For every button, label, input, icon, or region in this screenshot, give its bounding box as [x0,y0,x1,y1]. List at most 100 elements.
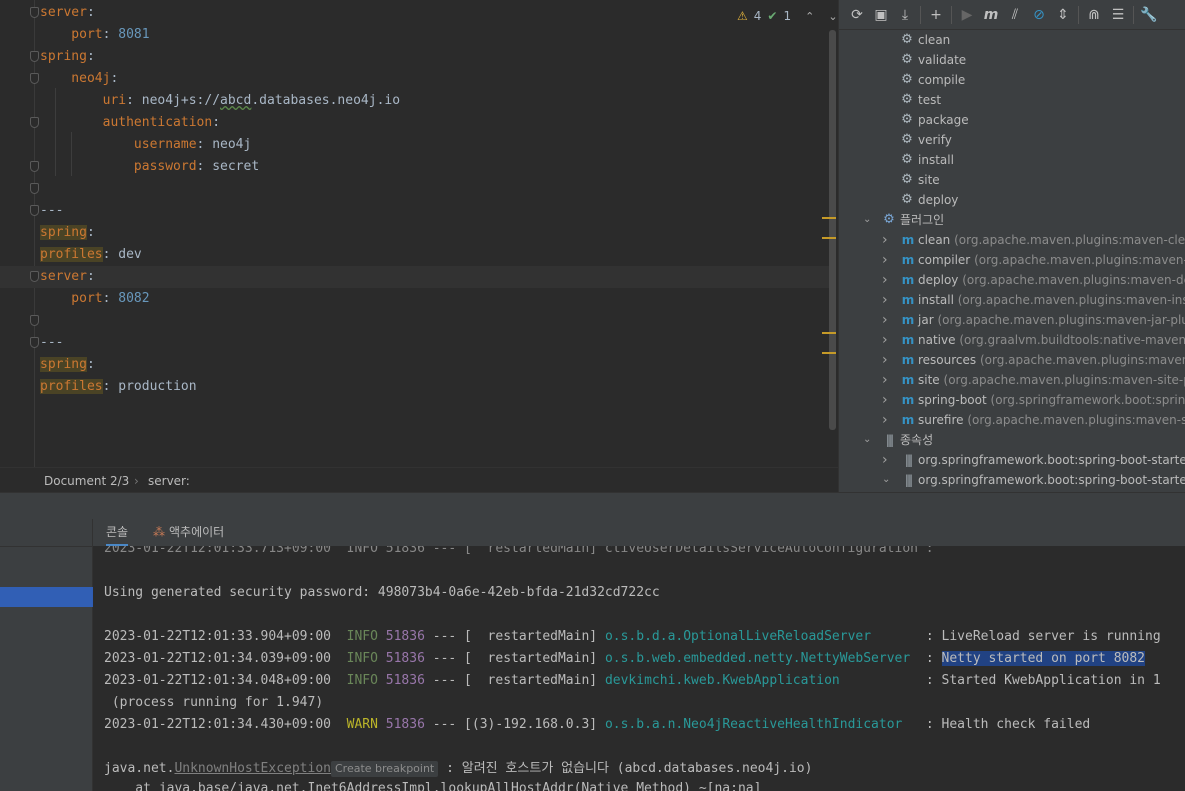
code-line[interactable]: username: neo4j [0,134,830,156]
chevron-right-icon[interactable]: › [882,350,888,370]
generate-sources-icon[interactable]: ▣ [869,3,893,27]
fold-marker-icon[interactable] [30,161,39,172]
code-line[interactable]: --- [0,332,830,354]
chevron-right-icon[interactable]: › [882,370,888,390]
plugin-item[interactable]: › m site (org.apache.maven.plugins:maven-s… [839,370,1185,390]
tab-actuator[interactable]: ⁂ 액추에이터 [153,519,224,546]
lifecycle-goal[interactable]: ⚙ test [839,90,1185,110]
dependency-label: org.springframework.boot:spring-boot-sta… [918,473,1185,487]
execute-goal-icon[interactable]: m [979,3,1003,27]
inspection-widget[interactable]: ⚠ 4 ✔ 1 ⌃ ⌄ [737,6,838,26]
code-line[interactable] [0,310,830,332]
plugin-item[interactable]: › m surefire (org.apache.maven.plugins:mav… [839,410,1185,430]
expand-all-icon[interactable]: ☰ [1106,3,1130,27]
dependencies-node[interactable]: ⌄ ||| 종속성 [839,430,1185,450]
selected-run-node[interactable] [0,587,93,607]
add-icon[interactable]: + [924,3,948,27]
lifecycle-goal[interactable]: ⚙ clean [839,30,1185,50]
reload-icon[interactable]: ⟳ [845,3,869,27]
code-line[interactable]: spring: [0,222,830,244]
editor-scrollbar[interactable] [829,30,836,430]
run-services-tree[interactable] [0,519,93,791]
previous-highlight-icon[interactable]: ⌃ [805,10,814,23]
plugin-item[interactable]: › m install (org.apache.maven.plugins:mave… [839,290,1185,310]
skip-tests-icon[interactable]: ⊘ [1027,3,1051,27]
lifecycle-goal[interactable]: ⚙ compile [839,70,1185,90]
log-line: 2023-01-22T12:01:34.039+09:00 INFO 51836… [104,648,1146,670]
create-breakpoint-button[interactable]: Create breakpoint [331,761,439,777]
code-line[interactable]: profiles: dev [0,244,830,266]
chevron-down-icon[interactable]: ⌄ [863,430,871,450]
fold-marker-icon[interactable] [30,7,39,18]
breadcrumb-document[interactable]: Document 2/3 [44,474,129,488]
plugin-item[interactable]: › m deploy (org.apache.maven.plugins:maven… [839,270,1185,290]
toggle-offline-icon[interactable]: ⫽ [1003,3,1027,27]
fold-marker-icon[interactable] [30,51,39,62]
fold-marker-icon[interactable] [30,183,39,194]
code-line[interactable]: port: 8082 [0,288,830,310]
plugin-item[interactable]: › m spring-boot (org.springframework.boot:… [839,390,1185,410]
chevron-right-icon[interactable]: › [882,410,888,430]
chevron-right-icon[interactable]: › [882,250,888,270]
chevron-right-icon[interactable]: › [882,390,888,410]
lifecycle-goal[interactable]: ⚙ install [839,150,1185,170]
code-line[interactable] [0,178,830,200]
show-dependencies-icon[interactable]: ⋒ [1082,3,1106,27]
code-line[interactable]: server: [0,266,830,288]
error-stripe-mark[interactable] [822,352,836,354]
lifecycle-goal[interactable]: ⚙ deploy [839,190,1185,210]
chevron-down-icon[interactable]: ⌄ [863,210,871,230]
code-line[interactable]: neo4j: [0,68,830,90]
chevron-right-icon[interactable]: › [882,290,888,310]
yaml-editor[interactable]: server: port: 8081 spring: neo4j: uri: ne… [0,0,838,467]
fold-marker-icon[interactable] [30,205,39,216]
fold-marker-icon[interactable] [30,73,39,84]
lifecycle-goal[interactable]: ⚙ site [839,170,1185,190]
chevron-right-icon[interactable]: › [882,450,888,470]
plugin-label: deploy (org.apache.maven.plugins:maven-d… [918,270,1185,290]
lifecycle-goal[interactable]: ⚙ verify [839,130,1185,150]
code-token: spring [40,357,87,372]
code-line[interactable]: authentication: [0,112,830,134]
plugins-node[interactable]: ⌄ ⚙ 플러그인 [839,210,1185,230]
tab-console[interactable]: 콘솔 [106,519,129,546]
plugin-item[interactable]: › m native (org.graalvm.buildtools:native-… [839,330,1185,350]
error-stripe-mark[interactable] [822,217,836,219]
run-icon[interactable]: ▶ [955,3,979,27]
log-level: INFO [346,673,378,688]
error-stripe-mark[interactable] [822,237,836,239]
code-line[interactable]: --- [0,200,830,222]
plugin-item[interactable]: › m jar (org.apache.maven.plugins:maven-ja… [839,310,1185,330]
exception-link[interactable]: UnknownHostException [174,761,331,776]
chevron-right-icon[interactable]: › [882,330,888,350]
lifecycle-goal[interactable]: ⚙ validate [839,50,1185,70]
chevron-down-icon[interactable]: ⌄ [882,470,890,490]
plugin-item[interactable]: › m clean (org.apache.maven.plugins:maven-… [839,230,1185,250]
next-highlight-icon[interactable]: ⌄ [828,10,837,23]
fold-marker-icon[interactable] [30,271,39,282]
code-line[interactable]: server: [0,2,830,24]
dependency-item[interactable]: ⌄ ||| org.springframework.boot:spring-boot… [839,470,1185,490]
plugin-item[interactable]: › m resources (org.apache.maven.plugins:ma… [839,350,1185,370]
breadcrumb-path[interactable]: server: [148,474,190,488]
code-line[interactable]: profiles: production [0,376,830,398]
code-line[interactable]: port: 8081 [0,24,830,46]
code-line[interactable]: password: secret [0,156,830,178]
dependency-item[interactable]: › ||| org.springframework.boot:spring-boot… [839,450,1185,470]
lifecycle-goal[interactable]: ⚙ package [839,110,1185,130]
chevron-right-icon[interactable]: › [882,270,888,290]
fold-marker-icon[interactable] [30,315,39,326]
plugin-item[interactable]: › m compiler (org.apache.maven.plugins:mav… [839,250,1185,270]
settings-wrench-icon[interactable]: 🔧 [1137,3,1161,27]
chevron-right-icon[interactable]: › [882,310,888,330]
chevron-right-icon[interactable]: › [882,230,888,250]
code-line[interactable]: spring: [0,46,830,68]
code-line[interactable]: spring: [0,354,830,376]
console-output[interactable]: 2023-01-22T12:01:33.713+09:00 INFO 51836… [93,546,1185,791]
code-line[interactable]: uri: neo4j+s://abcd.databases.neo4j.io [0,90,830,112]
error-stripe-mark[interactable] [822,332,836,334]
fold-marker-icon[interactable] [30,117,39,128]
collapse-all-icon[interactable]: ⇕ [1051,3,1075,27]
download-icon[interactable]: ⤓ [893,3,917,27]
fold-marker-icon[interactable] [30,337,39,348]
